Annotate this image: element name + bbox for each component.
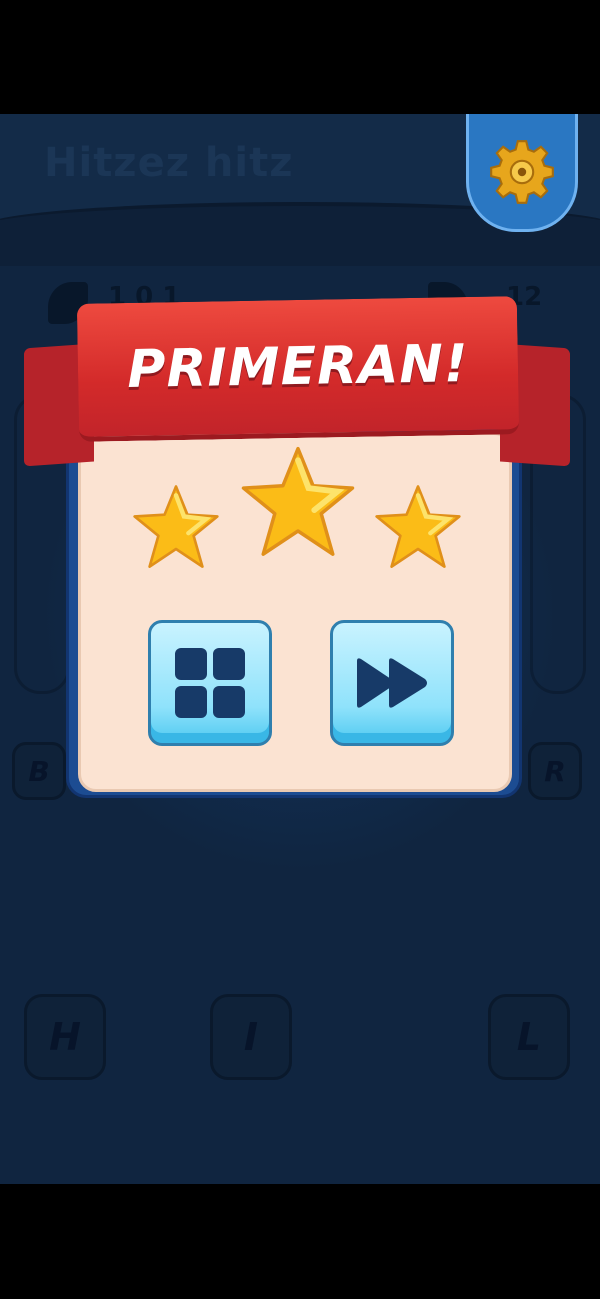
gear-icon [490,139,554,204]
level-menu-button[interactable] [148,620,272,746]
game-title: Hitzez hitz [44,140,294,186]
letter-tile[interactable]: H [24,994,106,1080]
star-icon [375,485,461,568]
star-icon [133,485,219,568]
banner-title: PRIMERAN! [126,333,470,400]
settings-button[interactable] [466,114,578,232]
game-screen: Hitzez hitz 1 0 1 12 B R H I L PRIMERAN! [0,114,600,1184]
level-grid-icon [175,648,245,718]
next-level-button[interactable] [330,620,454,746]
star-icon [241,446,355,556]
letter-tile[interactable]: I [210,994,292,1080]
system-nav-bar [0,1184,600,1299]
banner-ribbon: PRIMERAN! [76,296,520,442]
fast-forward-icon [357,658,427,708]
letter-tile[interactable]: L [488,994,570,1080]
